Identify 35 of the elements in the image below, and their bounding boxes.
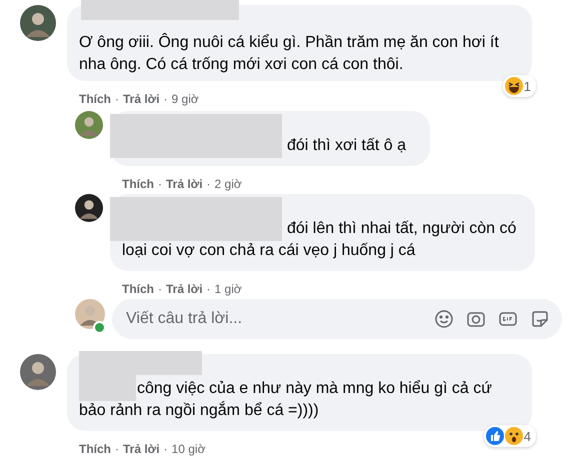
separator-dot: · <box>115 442 119 456</box>
comment-text: đói thì xơi tất ô ạ <box>286 136 407 156</box>
reply-input[interactable]: Viết câu trả lời... <box>124 309 434 329</box>
comment-text: công việc của e như này mà mng ko hiểu gì cả cứ bảo rảnh ra ngồi ngắm bể cá =)))) <box>79 379 493 421</box>
separator-dot: · <box>158 176 162 190</box>
timestamp: 2 giờ <box>214 176 242 190</box>
emoji-icon[interactable] <box>434 309 454 329</box>
reaction-count[interactable]: 1 <box>502 75 536 97</box>
laughing-face-icon <box>504 77 523 95</box>
reply-field[interactable]: Viết câu trả lời... <box>112 299 562 339</box>
separator-dot: · <box>164 442 168 456</box>
separator-dot: · <box>158 282 162 296</box>
comment-text: Ơ ông ơiii. Ông nuôi cá kiểu gì. Phần trăm mẹ ăn con hơi ít nha ông. Có cá trống mới xơi con cá con thôi. <box>79 32 500 75</box>
timestamp: 10 giờ <box>172 442 206 456</box>
avatar[interactable] <box>75 194 103 222</box>
timestamp: 1 giờ <box>214 282 242 296</box>
reaction-count[interactable]: 4 <box>484 425 536 447</box>
like-link[interactable]: Thích <box>122 282 154 296</box>
thumbs-up-icon <box>486 427 504 445</box>
separator-dot: · <box>206 282 211 296</box>
reply-link[interactable]: Trả lời <box>166 176 203 190</box>
surprised-face-icon <box>504 427 523 445</box>
reply-link[interactable]: Trả lời <box>123 92 160 106</box>
like-link[interactable]: Thích <box>122 176 154 190</box>
avatar[interactable] <box>20 5 56 41</box>
reply-link[interactable]: Trả lời <box>123 442 160 456</box>
comment-text: đói lên thì nhai tất, người còn có loại coi vợ con chả ra cái vẹo j huống j cá <box>122 219 518 261</box>
separator-dot: · <box>206 176 211 190</box>
separator-dot: · <box>164 92 168 106</box>
like-link[interactable]: Thích <box>79 92 111 106</box>
sticker-icon[interactable] <box>530 309 550 329</box>
separator-dot: · <box>115 92 119 106</box>
reply-link[interactable]: Trả lời <box>166 282 203 296</box>
like-link[interactable]: Thích <box>79 442 111 456</box>
timestamp: 9 giờ <box>172 92 199 106</box>
